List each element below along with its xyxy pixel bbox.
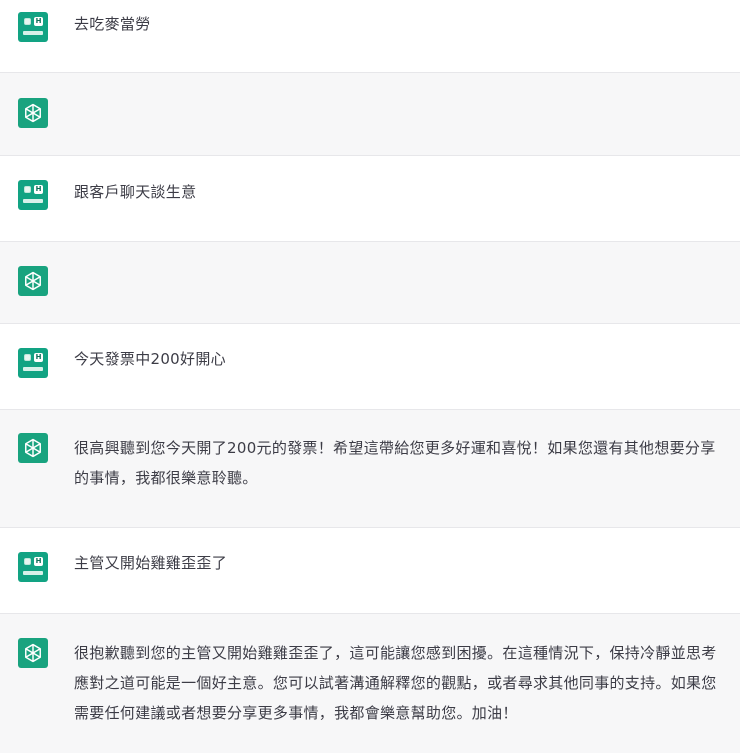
message-text: 很抱歉聽到您的主管又開始雞雞歪歪了，這可能讓您感到困擾。在這種情況下，保持冷靜並… (74, 644, 717, 722)
message-text: 很高興聽到您今天開了200元的發票！希望這帶給您更多好運和喜悅！如果您還有其他想… (74, 439, 716, 487)
message-user: H 主管又開始雞雞歪歪了 (0, 528, 740, 614)
openai-logo-icon (18, 266, 48, 296)
message-assistant: 很高興聽到您今天開了200元的發票！希望這帶給您更多好運和喜悅！如果您還有其他想… (0, 410, 740, 528)
message-user: H 跟客戶聊天談生意 (0, 156, 740, 242)
message-text: 跟客戶聊天談生意 (74, 183, 197, 201)
message-assistant: 很抱歉聽到您的主管又開始雞雞歪歪了，這可能讓您感到困擾。在這種情況下，保持冷靜並… (0, 614, 740, 753)
message-text: 去吃麥當勞 (74, 15, 151, 33)
openai-logo-icon (18, 433, 48, 463)
user-avatar-icon: H (18, 552, 48, 582)
message-assistant (0, 242, 740, 324)
message-user: H 今天發票中200好開心 (0, 324, 740, 410)
message-user: H 去吃麥當勞 (0, 0, 740, 73)
message-assistant (0, 73, 740, 156)
user-avatar-icon: H (18, 180, 48, 210)
openai-logo-icon (18, 98, 48, 128)
message-text: 主管又開始雞雞歪歪了 (74, 554, 228, 572)
message-text: 今天發票中200好開心 (74, 350, 226, 368)
openai-logo-icon (18, 638, 48, 668)
user-avatar-icon: H (18, 348, 48, 378)
user-avatar-icon: H (18, 12, 48, 42)
chat-thread: H 去吃麥當勞 H 跟客戶聊天談生意 H 今天發票中200好開心 很高興聽到您今… (0, 0, 740, 753)
